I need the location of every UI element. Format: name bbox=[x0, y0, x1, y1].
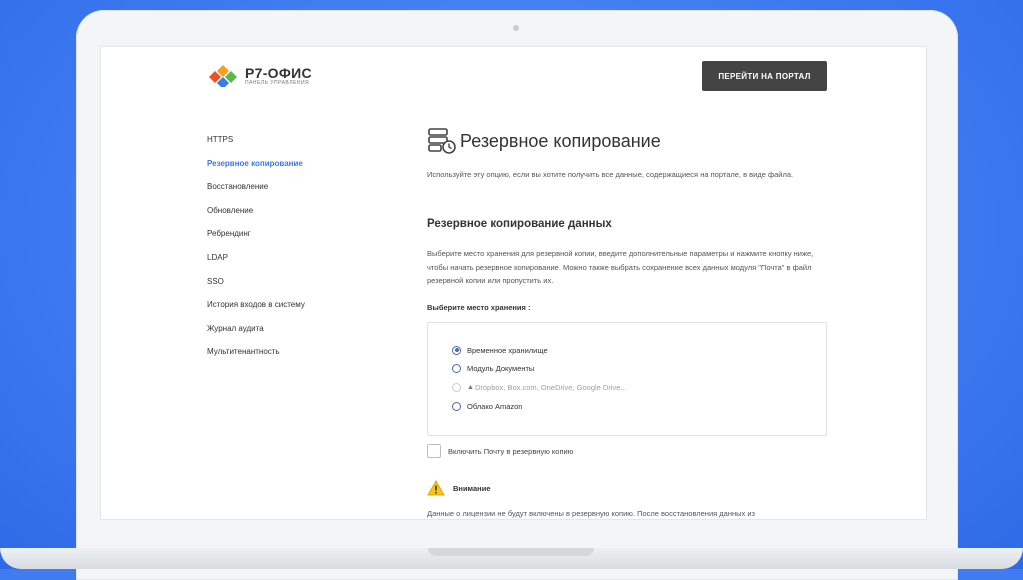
warning-header: Внимание bbox=[427, 479, 491, 497]
page-description: Используйте эту опцию, если вы хотите по… bbox=[427, 170, 794, 179]
logo-subtitle: ПАНЕЛЬ УПРАВЛЕНИЯ bbox=[245, 80, 310, 86]
radio-button bbox=[452, 382, 461, 392]
warning-text: Данные о лицензии не будут включены в ре… bbox=[427, 509, 755, 518]
sidebar-item-restore[interactable]: Восстановление bbox=[207, 182, 357, 206]
storage-option-label: Временное хранилище bbox=[467, 345, 548, 355]
storage-options-box: Временное хранилище Модуль Документы ▲ D… bbox=[427, 322, 827, 436]
sidebar-item-audit-log[interactable]: Журнал аудита bbox=[207, 324, 357, 348]
sidebar-item-update[interactable]: Обновление bbox=[207, 206, 357, 230]
section-title: Резервное копирование данных bbox=[427, 218, 612, 230]
radio-button[interactable] bbox=[452, 345, 461, 355]
sidebar-item-ldap[interactable]: LDAP bbox=[207, 253, 357, 277]
storage-label: Выберите место хранения : bbox=[427, 303, 531, 312]
laptop-base-notch bbox=[428, 548, 594, 556]
go-to-portal-button[interactable]: ПЕРЕЙТИ НА ПОРТАЛ bbox=[702, 61, 827, 91]
sidebar-nav: HTTPS Резервное копирование Восстановлен… bbox=[207, 135, 357, 371]
warning-icon: ▲ bbox=[467, 383, 474, 391]
app-screen: Р7-ОФИС ПАНЕЛЬ УПРАВЛЕНИЯ ПЕРЕЙТИ НА ПОР… bbox=[101, 47, 926, 519]
webcam bbox=[513, 25, 519, 31]
include-mail-option[interactable]: Включить Почту в резервную копию bbox=[427, 443, 573, 459]
radio-button[interactable] bbox=[452, 401, 461, 411]
warning-icon bbox=[427, 480, 445, 496]
sidebar-item-sso[interactable]: SSO bbox=[207, 277, 357, 301]
storage-option-label: Модуль Документы bbox=[467, 363, 535, 373]
include-mail-checkbox[interactable] bbox=[427, 444, 441, 458]
storage-option-third-party: ▲ Dropbox, Box.com, OneDrive, Google Dri… bbox=[452, 380, 627, 394]
storage-option-amazon[interactable]: Облако Amazon bbox=[452, 399, 522, 413]
section-description: Выберите место хранения для резервной ко… bbox=[427, 249, 814, 285]
sidebar-item-multitenancy[interactable]: Мультитенантность bbox=[207, 347, 357, 371]
page-title: Резервное копирование bbox=[460, 131, 661, 151]
storage-option-label: Dropbox, Box.com, OneDrive, Google Drive… bbox=[474, 382, 627, 392]
include-mail-label: Включить Почту в резервную копию bbox=[448, 446, 574, 456]
radio-button[interactable] bbox=[452, 363, 461, 373]
logo-mark-icon bbox=[209, 65, 237, 87]
sidebar-item-rebranding[interactable]: Ребрендинг bbox=[207, 229, 357, 253]
backup-server-icon bbox=[428, 128, 456, 154]
sidebar-item-backup[interactable]: Резервное копирование bbox=[207, 159, 357, 183]
sidebar-item-https[interactable]: HTTPS bbox=[207, 135, 357, 159]
storage-option-label: Облако Amazon bbox=[467, 401, 523, 411]
warning-title: Внимание bbox=[453, 483, 491, 493]
storage-option-temporary[interactable]: Временное хранилище bbox=[452, 343, 548, 357]
logo-title: Р7-ОФИС bbox=[245, 65, 312, 81]
storage-option-documents[interactable]: Модуль Документы bbox=[452, 361, 534, 375]
sidebar-item-login-history[interactable]: История входов в систему bbox=[207, 300, 357, 324]
